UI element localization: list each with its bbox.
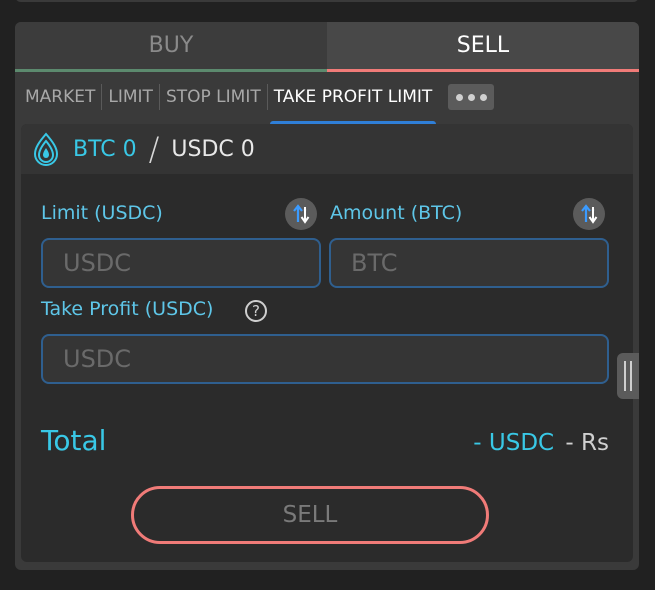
- grip-line-icon: [624, 361, 626, 391]
- more-options-button[interactable]: [448, 84, 495, 110]
- sell-button[interactable]: SELL: [131, 486, 489, 544]
- exchange-logo-icon: [33, 132, 59, 166]
- tab-take-profit-limit[interactable]: TAKE PROFIT LIMIT: [268, 84, 439, 127]
- dot-icon: [455, 93, 463, 101]
- limit-swap-button[interactable]: [285, 198, 317, 230]
- limit-input[interactable]: [41, 238, 321, 288]
- dot-icon: [479, 93, 487, 101]
- tab-limit[interactable]: LIMIT: [102, 84, 160, 110]
- total-rs: - Rs: [565, 430, 609, 456]
- tab-market[interactable]: MARKET: [15, 84, 103, 110]
- swap-arrows-icon: [293, 204, 310, 224]
- total-label: Total: [41, 424, 107, 457]
- resize-handle[interactable]: [617, 353, 639, 399]
- dot-icon: [467, 93, 475, 101]
- order-type-tabs: MARKET LIMIT STOP LIMIT TAKE PROFIT LIMI…: [15, 72, 639, 127]
- base-balance: BTC 0: [73, 136, 137, 162]
- quote-balance: USDC 0: [171, 136, 255, 162]
- order-panel: BUY SELL MARKET LIMIT STOP LIMIT TAKE PR…: [15, 22, 639, 570]
- amount-input[interactable]: [329, 238, 609, 288]
- pair-header: BTC 0 / USDC 0: [21, 124, 633, 174]
- take-profit-input[interactable]: [41, 334, 609, 384]
- order-form: BTC 0 / USDC 0 Limit (USDC) Amount (BTC)…: [21, 124, 633, 562]
- previous-panel-edge: [15, 0, 639, 2]
- total-value: - USDC - Rs: [473, 430, 609, 456]
- limit-label: Limit (USDC): [41, 202, 163, 224]
- take-profit-label: Take Profit (USDC): [41, 298, 214, 320]
- amount-label: Amount (BTC): [330, 202, 463, 224]
- amount-swap-button[interactable]: [573, 198, 605, 230]
- swap-arrows-icon: [581, 204, 598, 224]
- pair-separator: /: [148, 130, 160, 168]
- total-usdc: - USDC: [473, 430, 555, 456]
- tab-sell[interactable]: SELL: [327, 22, 639, 72]
- grip-line-icon: [630, 361, 632, 391]
- side-tabs: BUY SELL: [15, 22, 639, 72]
- tab-stop-limit[interactable]: STOP LIMIT: [160, 84, 268, 110]
- help-icon[interactable]: ?: [245, 300, 267, 322]
- tab-buy[interactable]: BUY: [15, 22, 327, 72]
